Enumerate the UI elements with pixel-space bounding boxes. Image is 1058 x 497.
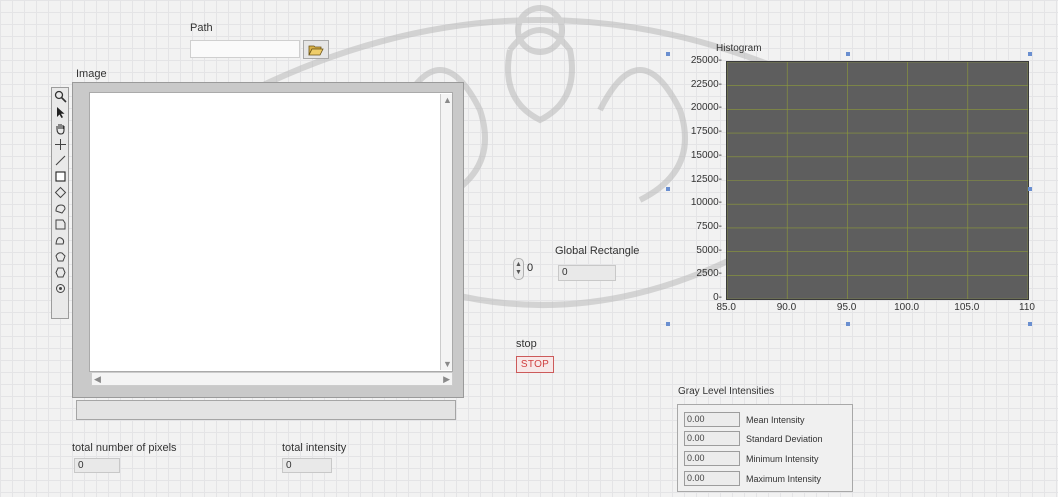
histogram-label: Histogram	[716, 43, 762, 54]
gray-row-mean: 0.00 Mean Intensity	[684, 412, 805, 427]
rotated-rectangle-icon[interactable]	[52, 184, 68, 200]
min-intensity-value: 0.00	[684, 451, 740, 466]
mean-intensity-value: 0.00	[684, 412, 740, 427]
y-tick-label: 20000-	[690, 102, 722, 114]
mean-intensity-label: Mean Intensity	[746, 414, 805, 425]
gray-level-cluster: 0.00 Mean Intensity 0.00 Standard Deviat…	[677, 404, 853, 492]
histogram-grid	[726, 61, 1029, 300]
y-tick-label: 7500-	[696, 220, 722, 232]
pointer-icon[interactable]	[52, 104, 68, 120]
stop-button[interactable]: STOP	[516, 356, 554, 373]
selection-handle	[666, 52, 670, 56]
selection-handle	[1028, 187, 1032, 191]
numeric-spin-control[interactable]: ▲ ▼ 0	[513, 258, 549, 280]
std-deviation-value: 0.00	[684, 431, 740, 446]
path-input[interactable]	[190, 40, 300, 58]
y-tick-label: 12500-	[690, 173, 722, 185]
total-intensity-indicator: 0	[282, 458, 332, 473]
selection-handle	[1028, 322, 1032, 326]
zoom-icon[interactable]	[52, 88, 68, 104]
gray-level-title: Gray Level Intensities	[678, 386, 775, 397]
y-tick-label: 10000-	[690, 197, 722, 209]
line-icon[interactable]	[52, 152, 68, 168]
y-tick-label: 25000-	[690, 55, 722, 66]
scroll-right-icon[interactable]: ▶	[443, 374, 450, 385]
selection-handle	[846, 52, 850, 56]
global-rectangle-indicator: 0	[558, 265, 616, 281]
total-pixels-indicator: 0	[74, 458, 120, 473]
x-tick-label: 105.0	[954, 302, 980, 313]
point-icon[interactable]	[52, 280, 68, 296]
histogram-plot-area[interactable]	[726, 61, 1029, 300]
spin-value: 0	[527, 262, 534, 274]
scroll-down-icon[interactable]: ▼	[443, 359, 452, 369]
y-tick-label: 17500-	[690, 126, 722, 138]
total-intensity-label: total intensity	[282, 442, 347, 454]
rectangle-icon[interactable]	[52, 168, 68, 184]
selection-handle	[846, 322, 850, 326]
freehand-icon[interactable]	[52, 232, 68, 248]
gray-row-min: 0.00 Minimum Intensity	[684, 451, 819, 466]
stop-label: stop	[516, 338, 537, 350]
oval-icon[interactable]	[52, 200, 68, 216]
image-horizontal-scrollbar[interactable]: ◀ ▶	[91, 372, 453, 386]
x-tick-label: 90.0	[776, 302, 797, 313]
image-tool-palette	[51, 87, 69, 319]
y-tick-label: 0-	[713, 292, 722, 303]
total-pixels-label: total number of pixels	[72, 442, 177, 454]
path-label: Path	[190, 22, 213, 34]
max-intensity-label: Maximum Intensity	[746, 473, 822, 484]
annulus-icon[interactable]	[52, 248, 68, 264]
scroll-left-icon[interactable]: ◀	[94, 374, 101, 385]
pan-icon[interactable]	[52, 120, 68, 136]
folder-open-icon	[308, 45, 324, 55]
image-status-bar	[76, 400, 456, 420]
selection-handle	[1028, 52, 1032, 56]
image-vertical-scrollbar[interactable]: ▲ ▼	[440, 94, 452, 370]
x-tick-label: 100.0	[894, 302, 920, 313]
y-tick-label: 2500-	[696, 268, 722, 280]
crosshair-icon[interactable]	[52, 136, 68, 152]
image-label: Image	[76, 68, 107, 80]
scroll-up-icon[interactable]: ▲	[443, 95, 452, 105]
global-rectangle-label: Global Rectangle	[555, 245, 640, 257]
min-intensity-label: Minimum Intensity	[746, 453, 819, 464]
gray-row-std: 0.00 Standard Deviation	[684, 431, 823, 446]
x-tick-label: 85.0	[716, 302, 736, 313]
max-intensity-value: 0.00	[684, 471, 740, 486]
std-deviation-label: Standard Deviation	[746, 433, 823, 444]
y-tick-label: 5000-	[696, 244, 722, 256]
image-canvas[interactable]	[89, 92, 453, 372]
polygon-icon[interactable]	[52, 216, 68, 232]
browse-button[interactable]	[303, 40, 329, 59]
y-tick-label: 15000-	[690, 149, 722, 161]
gray-row-max: 0.00 Maximum Intensity	[684, 471, 821, 486]
broken-line-icon[interactable]	[52, 264, 68, 280]
selection-handle	[666, 187, 670, 191]
selection-handle	[666, 322, 670, 326]
x-tick-label: 110	[1019, 302, 1035, 313]
x-tick-label: 95.0	[836, 302, 857, 313]
y-tick-label: 22500-	[690, 78, 722, 90]
spin-arrows-icon[interactable]: ▲ ▼	[513, 258, 524, 280]
